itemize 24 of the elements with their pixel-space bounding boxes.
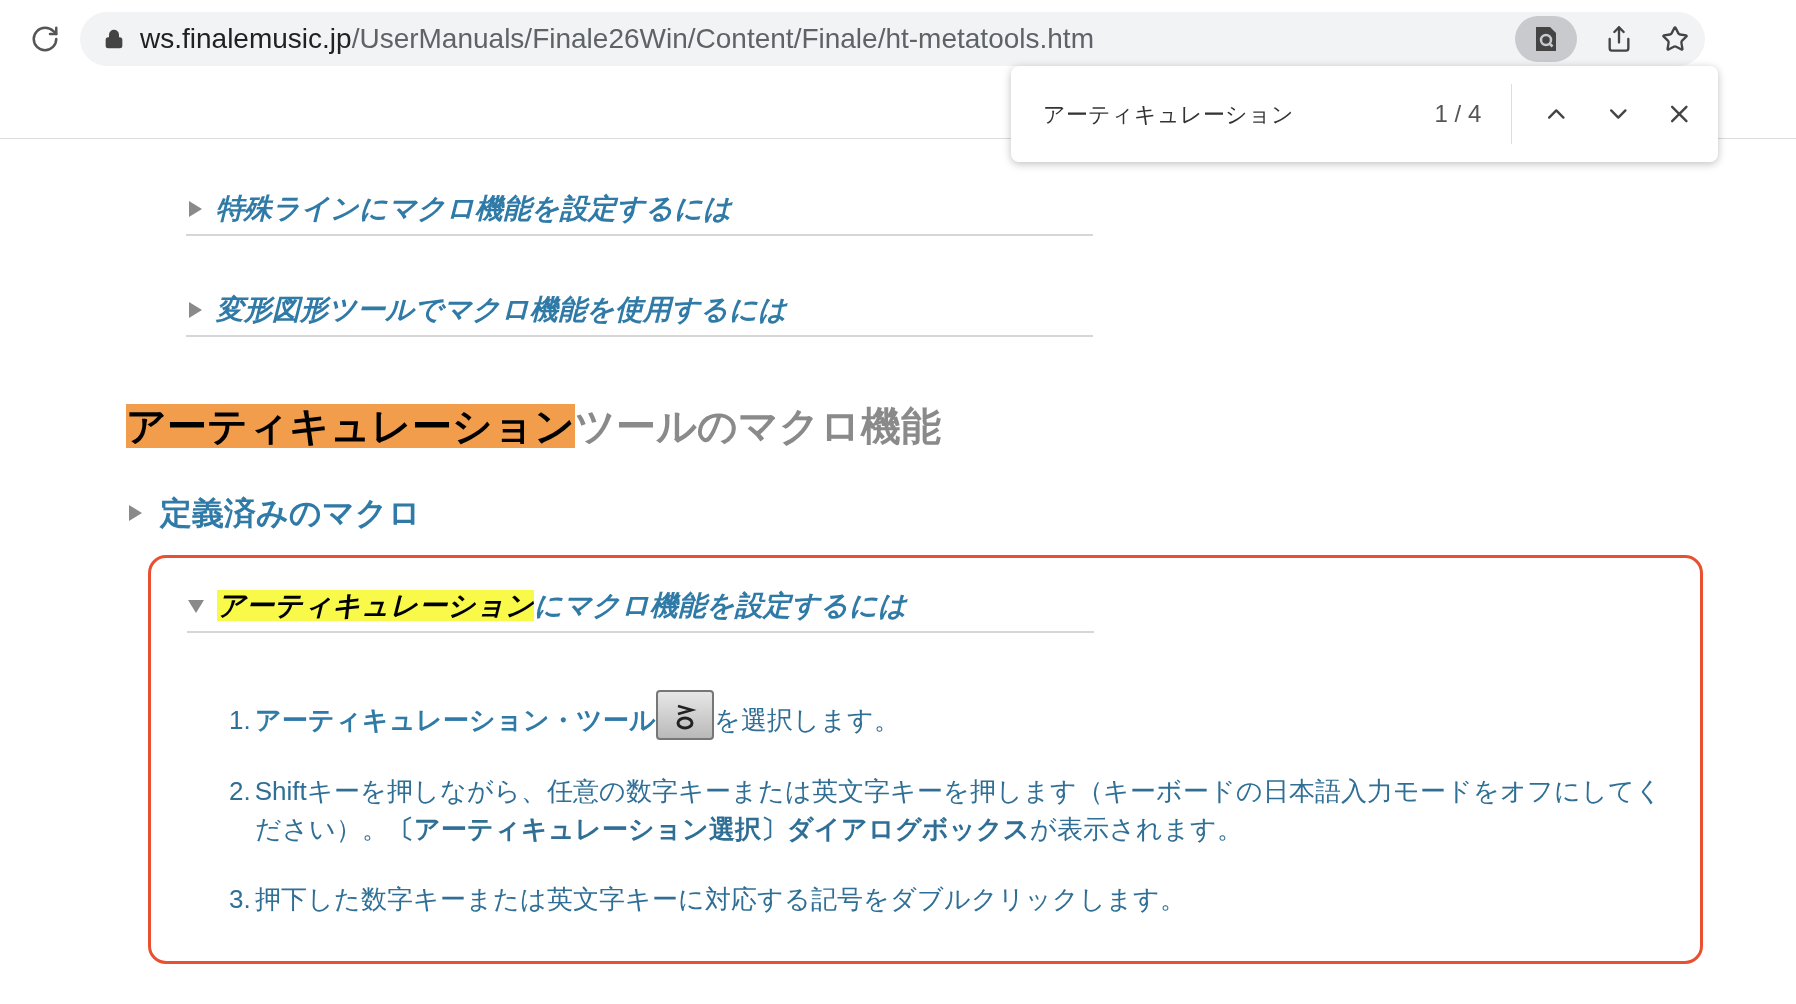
find-in-page-button[interactable] bbox=[1515, 16, 1577, 62]
step-text: 押下した数字キーまたは英文字キーに対応する記号をダブルクリックします。 bbox=[254, 883, 1186, 916]
step-number: 1. bbox=[229, 704, 251, 737]
url-text: ws.finalemusic.jp/UserManuals/Finale26Win/Content/Finale/ht-metatools.htm bbox=[140, 22, 1094, 56]
collapsed-triangle-icon[interactable] bbox=[186, 300, 204, 319]
section-heading: アーティキュレーションツールのマクロ機能 bbox=[126, 403, 942, 450]
step-text: を選択します。 bbox=[713, 704, 900, 737]
reload-icon[interactable] bbox=[30, 24, 60, 54]
section-link[interactable]: アーティキュレーションにマクロ機能を設定するには bbox=[217, 588, 907, 623]
lock-icon bbox=[104, 29, 124, 49]
address-bar[interactable]: ws.finalemusic.jp/UserManuals/Finale26Win/Content/Finale/ht-metatools.htm bbox=[80, 12, 1705, 66]
bookmark-star-icon[interactable] bbox=[1661, 25, 1689, 53]
step-number: 3. bbox=[229, 883, 251, 916]
collapsed-triangle-icon[interactable] bbox=[126, 504, 144, 522]
section-link[interactable]: 定義済みのマクロ bbox=[160, 489, 421, 537]
step-text: Shiftキーを押しながら、任意の数字キーまたは英文字キーを押します（キーボードの日本語入力モードをオフにしてください）。〔アーティキュレーション選択〕ダイアログボックスが表示されます。 bbox=[254, 775, 1663, 846]
find-query[interactable]: アーティキュレーション bbox=[1043, 97, 1386, 131]
section-link[interactable]: 変形図形ツールでマクロ機能を使用するには bbox=[216, 292, 787, 327]
tool-link[interactable]: アーティキュレーション・ツール bbox=[254, 701, 656, 740]
step-number: 2. bbox=[229, 775, 251, 808]
match-count: 1 / 4 bbox=[1433, 99, 1482, 129]
collapsed-triangle-icon[interactable] bbox=[186, 199, 204, 218]
search-icon bbox=[1533, 25, 1559, 53]
section-link[interactable]: 特殊ラインにマクロ機能を設定するには bbox=[216, 191, 732, 226]
